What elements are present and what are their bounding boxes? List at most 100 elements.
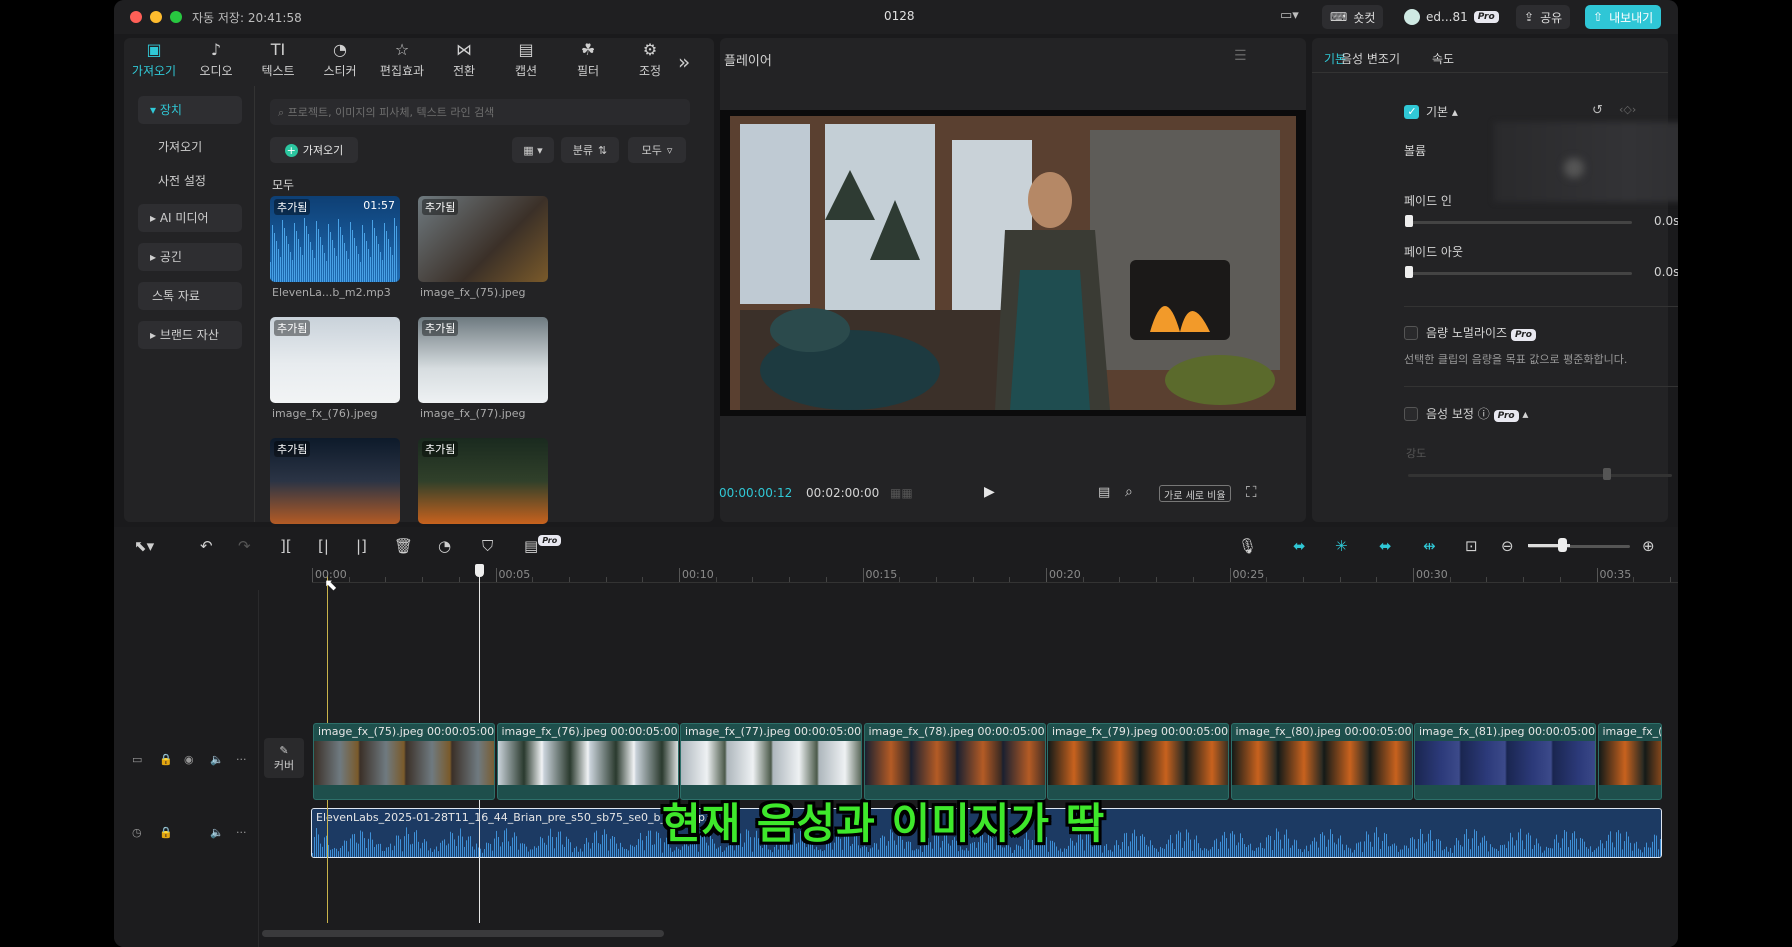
more-tools-icon[interactable]: »: [678, 50, 690, 74]
sort-button[interactable]: 분류 ⇅: [561, 137, 619, 163]
sidebar-item-space[interactable]: ▸ 공긴: [138, 243, 242, 271]
shortcut-label: 숏컷: [1353, 10, 1376, 25]
play-button[interactable]: ▶: [984, 484, 995, 500]
fit-icon[interactable]: ⊡: [1465, 537, 1478, 555]
redo-icon[interactable]: ↷: [238, 537, 251, 555]
eye-icon[interactable]: ◉: [184, 753, 194, 766]
sidebar-item-ai-media[interactable]: ▸ AI 미디어: [138, 204, 242, 232]
split-left-icon[interactable]: [|: [318, 537, 329, 555]
snapshot-icon[interactable]: ⌕: [1125, 484, 1133, 500]
freeze-icon[interactable]: ◔: [438, 537, 451, 555]
close-window-button[interactable]: [130, 11, 142, 23]
media-thumbnail[interactable]: 추가됨: [418, 196, 548, 282]
media-thumbnail[interactable]: 추가됨: [418, 438, 548, 524]
video-clip[interactable]: image_fx_(81).jpeg 00:00:05:00: [1414, 723, 1596, 800]
view-mode-button[interactable]: ▦ ▾: [512, 137, 554, 163]
enhance-checkbox[interactable]: [1404, 407, 1418, 421]
linkage-icon[interactable]: ⬌: [1379, 537, 1392, 555]
microphone-icon[interactable]: 🎙: [1238, 537, 1257, 555]
zoom-slider-handle[interactable]: [1558, 538, 1567, 552]
share-button[interactable]: ⇪ 공유: [1516, 5, 1571, 29]
video-clip[interactable]: image_fx_(80).jpeg 00:00:05:00: [1230, 723, 1413, 800]
tool-filter[interactable]: ☘ 필터: [560, 40, 616, 79]
aspect-ratio-button[interactable]: 가로 세로 비율: [1159, 485, 1231, 502]
fade-in-slider-handle[interactable]: [1405, 215, 1413, 227]
speaker-icon[interactable]: 🔈: [210, 826, 224, 839]
shortcut-button[interactable]: ⌨ 숏컷: [1322, 5, 1384, 29]
menu-icon[interactable]: ☰: [1234, 48, 1247, 64]
tab-speed[interactable]: 속도: [1432, 50, 1454, 67]
tool-adjust[interactable]: ⚙ 조정: [622, 40, 678, 79]
video-clip[interactable]: image_fx_(79).jpeg 00:00:05:00: [1047, 723, 1229, 800]
video-clip[interactable]: image_fx_(: [1597, 723, 1662, 800]
media-thumbnail[interactable]: 추가됨: [270, 438, 400, 524]
tool-transition[interactable]: ⋈ 전환: [436, 40, 492, 79]
filter-button[interactable]: 모두 ▿: [628, 137, 686, 163]
zoom-in-icon[interactable]: ⊕: [1642, 537, 1655, 555]
clip-name: image_fx_(75).jpeg 00:00:05:00: [318, 725, 495, 738]
video-clip[interactable]: image_fx_(75).jpeg 00:00:05:00: [313, 723, 495, 800]
lock-icon[interactable]: 🔒: [159, 826, 173, 839]
more-icon[interactable]: ···: [236, 826, 247, 839]
fullscreen-icon[interactable]: ⛶: [1246, 483, 1257, 501]
tool-effects[interactable]: ☆ 편집효과: [374, 40, 430, 79]
media-thumbnail[interactable]: 추가됨: [418, 317, 548, 403]
media-thumbnail[interactable]: 추가됨: [270, 317, 400, 403]
video-preview[interactable]: [720, 110, 1306, 416]
video-clip[interactable]: image_fx_(77).jpeg 00:00:05:00: [680, 723, 862, 800]
strength-slider-handle[interactable]: [1603, 468, 1611, 480]
maximize-window-button[interactable]: [170, 11, 182, 23]
media-search-input[interactable]: ⌕ 프로젝트, 이미지의 피사체, 텍스트 라인 검색: [270, 99, 690, 125]
horizontal-scrollbar[interactable]: [262, 930, 664, 937]
subtitle-toggle-icon[interactable]: ▤: [1098, 485, 1110, 500]
tool-caption[interactable]: ▤ 캡션: [498, 40, 554, 79]
basic-section-title[interactable]: 기본 ▴: [1426, 103, 1458, 120]
keyframe-icon[interactable]: ‹◇›: [1619, 103, 1636, 116]
current-timecode: 00:00:00:12: [719, 486, 793, 500]
fade-out-slider-handle[interactable]: [1405, 266, 1413, 278]
auto-caption-icon[interactable]: ▤ Pro: [524, 535, 562, 555]
tab-voice-changer[interactable]: 음성 변조기: [1341, 50, 1400, 67]
volume-control-blurred[interactable]: [1494, 122, 1678, 202]
split-right-icon[interactable]: |]: [356, 537, 367, 555]
video-clip[interactable]: image_fx_(76).jpeg 00:00:05:00: [496, 723, 679, 800]
tool-audio[interactable]: ♪ 오디오: [188, 40, 244, 79]
sidebar-item-import[interactable]: 가져오기: [146, 133, 250, 161]
lock-icon[interactable]: 🔒: [159, 753, 173, 766]
account-button[interactable]: ed...81 Pro: [1396, 5, 1507, 29]
snap-icon[interactable]: ✳: [1335, 537, 1348, 555]
media-thumbnail[interactable]: 추가됨 01:57: [270, 196, 400, 282]
zoom-out-icon[interactable]: ⊖: [1501, 537, 1514, 555]
sidebar-item-brand[interactable]: ▸ 브랜드 자산: [138, 321, 242, 349]
layout-icon[interactable]: ▭▾: [1280, 8, 1299, 23]
export-button[interactable]: ⇧ 내보내기: [1585, 5, 1662, 29]
playhead-handle[interactable]: [475, 564, 484, 577]
cover-button[interactable]: ✎ 커버: [264, 738, 304, 778]
minimize-window-button[interactable]: [150, 11, 162, 23]
reset-icon[interactable]: ↺: [1592, 103, 1603, 118]
tool-text[interactable]: TI 텍스트: [250, 40, 306, 79]
speaker-icon[interactable]: 🔈: [210, 753, 224, 766]
enhance-label[interactable]: 음성 보정 ⓘ Pro ▴: [1426, 405, 1528, 422]
link-clips-icon[interactable]: ⬌: [1293, 537, 1306, 555]
video-clip[interactable]: image_fx_(78).jpeg 00:00:05:00: [863, 723, 1046, 800]
fade-in-value[interactable]: 0.0s: [1654, 214, 1678, 228]
normalize-checkbox[interactable]: [1404, 326, 1418, 340]
sidebar-item-preset[interactable]: 사전 설정: [146, 167, 250, 195]
sidebar-item-stock[interactable]: 스톡 자료: [138, 282, 242, 310]
preview-axis-icon[interactable]: ⇹: [1423, 537, 1436, 555]
fade-out-slider[interactable]: [1408, 272, 1632, 275]
split-icon[interactable]: ][: [280, 537, 292, 555]
tool-sticker[interactable]: ◔ 스티커: [312, 40, 368, 79]
strength-slider[interactable]: [1408, 474, 1672, 477]
delete-icon[interactable]: 🗑: [394, 537, 413, 555]
shield-icon[interactable]: ⛉: [482, 537, 493, 555]
fade-in-slider[interactable]: [1408, 221, 1632, 224]
sidebar-item-device[interactable]: ▾ 장치: [138, 96, 242, 124]
fade-out-value[interactable]: 0.0s: [1654, 265, 1678, 279]
select-tool-icon[interactable]: ⬉▾: [134, 537, 154, 555]
import-media-button[interactable]: + 가져오기: [270, 137, 358, 163]
more-icon[interactable]: ···: [236, 753, 247, 766]
tool-import[interactable]: ▣ 가져오기: [126, 40, 182, 79]
undo-icon[interactable]: ↶: [200, 537, 213, 555]
